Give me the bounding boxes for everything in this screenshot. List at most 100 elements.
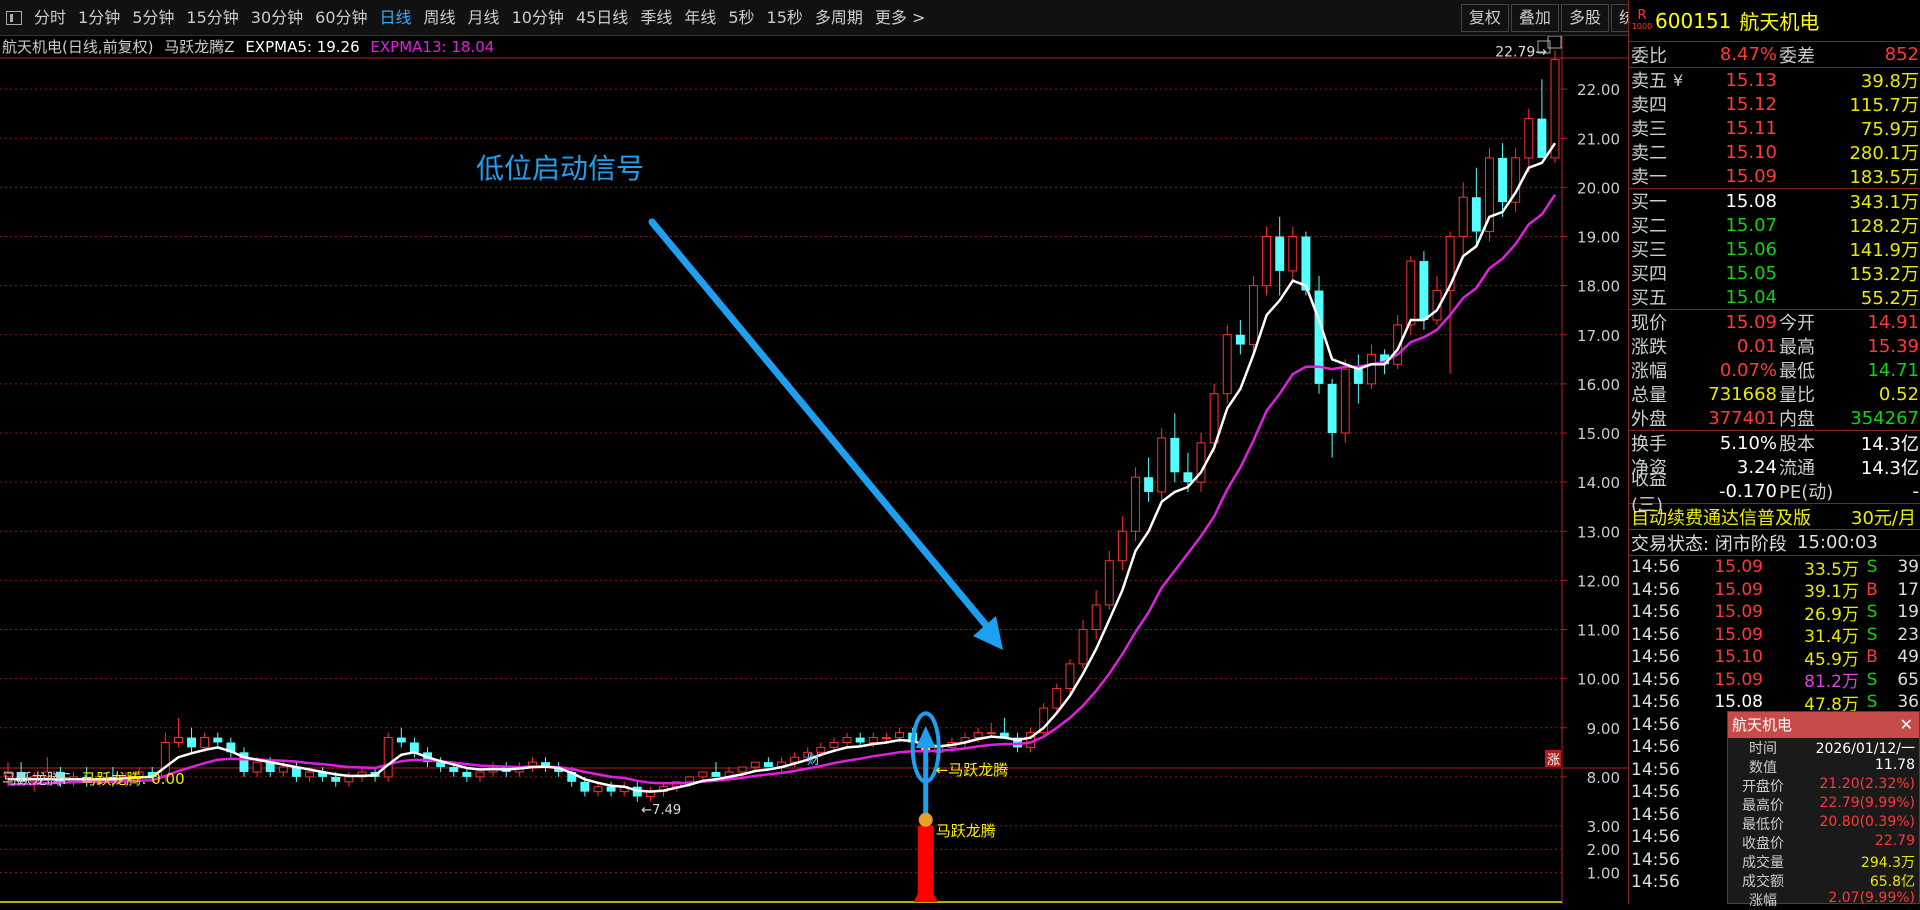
period-tab[interactable]: 更多 > <box>869 0 932 36</box>
candle[interactable] <box>1458 182 1468 257</box>
period-tab[interactable]: 15分钟 <box>180 0 244 36</box>
candle-body <box>1314 290 1324 384</box>
tick-row[interactable]: 14:56 15.09 39.1万 B 17 <box>1629 579 1920 603</box>
period-tab[interactable]: 5秒 <box>722 0 760 36</box>
panel-toggle-icon[interactable] <box>6 11 22 25</box>
candle[interactable] <box>213 732 223 748</box>
period-tab[interactable]: 年线 <box>678 0 722 36</box>
period-tab[interactable]: 60分钟 <box>309 0 373 36</box>
tick-row[interactable]: 14:56 15.09 31.4万 S 23 <box>1629 624 1920 648</box>
candle[interactable] <box>1471 167 1481 247</box>
candle[interactable] <box>645 786 655 802</box>
candle[interactable] <box>1288 226 1298 281</box>
candle[interactable] <box>1432 275 1442 325</box>
candle[interactable] <box>619 781 629 797</box>
candle[interactable] <box>344 771 354 787</box>
order-row[interactable]: 卖三 15.11 75.9万 <box>1629 116 1920 141</box>
candle[interactable] <box>1091 590 1101 640</box>
ad-text[interactable]: 自动续费通达信普及版 <box>1629 504 1811 530</box>
candle[interactable] <box>842 732 852 748</box>
candle[interactable] <box>1196 433 1206 492</box>
candle[interactable] <box>1340 359 1350 443</box>
tick-row[interactable]: 14:56 15.09 81.2万 S 65 <box>1629 669 1920 693</box>
candle[interactable] <box>1537 79 1547 158</box>
period-tab[interactable]: 15秒 <box>761 0 809 36</box>
period-tab[interactable]: 45日线 <box>570 0 634 36</box>
order-row[interactable]: 买三 15.06 141.9万 <box>1629 237 1920 262</box>
candle[interactable] <box>960 732 970 748</box>
candle-body <box>1183 472 1193 483</box>
tick-row[interactable]: 14:56 15.10 45.9万 B 49 <box>1629 646 1920 670</box>
price-tick-label: 9.00 <box>1587 720 1620 738</box>
period-tab[interactable]: 周线 <box>418 0 462 36</box>
candle[interactable] <box>1078 619 1088 669</box>
period-tab[interactable]: 1分钟 <box>72 0 126 36</box>
candle[interactable] <box>1235 320 1245 355</box>
order-row[interactable]: 卖四 15.12 115.7万 <box>1629 92 1920 117</box>
candle[interactable] <box>1353 354 1363 404</box>
zhang-marker[interactable]: 涨 <box>1547 753 1560 768</box>
candle[interactable] <box>1511 148 1521 212</box>
candle[interactable] <box>1222 324 1232 404</box>
order-row[interactable]: 卖二 15.10 280.1万 <box>1629 140 1920 165</box>
candle[interactable] <box>1275 216 1285 296</box>
toolbar-button[interactable]: 复权 <box>1460 4 1509 32</box>
order-row[interactable]: 买一 15.08 343.1万 <box>1629 189 1920 214</box>
candle[interactable] <box>541 757 550 772</box>
period-tab[interactable]: 月线 <box>462 0 506 36</box>
finance-marker[interactable]: 财 <box>807 753 820 768</box>
candle[interactable] <box>291 762 301 782</box>
candle[interactable] <box>1314 275 1324 394</box>
period-tab[interactable]: 多周期 <box>809 0 869 36</box>
candle[interactable] <box>1367 344 1376 389</box>
candle[interactable] <box>357 767 367 782</box>
candle[interactable] <box>239 747 249 777</box>
tick-time: 14:56 <box>1631 872 1680 893</box>
candle[interactable] <box>318 767 328 782</box>
ad-banner[interactable]: 自动续费通达信普及版 30元/月 <box>1629 504 1920 530</box>
candle[interactable] <box>1117 516 1127 571</box>
period-tab[interactable]: 30分钟 <box>245 0 309 36</box>
candle[interactable] <box>1524 108 1534 173</box>
candle[interactable] <box>711 762 721 777</box>
period-tab[interactable]: 分时 <box>28 0 72 36</box>
candle[interactable] <box>1157 428 1167 502</box>
close-icon[interactable]: ✕ <box>1900 712 1913 738</box>
candle[interactable] <box>763 757 773 768</box>
period-tab[interactable]: 季线 <box>634 0 678 36</box>
candle[interactable] <box>1170 413 1180 483</box>
candle[interactable] <box>1484 148 1494 242</box>
candle[interactable] <box>475 771 485 782</box>
order-row[interactable]: 买四 15.05 153.2万 <box>1629 261 1920 286</box>
candle[interactable] <box>1131 467 1140 542</box>
period-tab[interactable]: 10分钟 <box>506 0 570 36</box>
period-tab[interactable]: 日线 <box>374 0 418 36</box>
candle[interactable] <box>777 757 786 772</box>
candle[interactable] <box>1039 703 1049 738</box>
toolbar-button[interactable]: 叠加 <box>1510 4 1559 32</box>
indicator-name[interactable]: 马跃龙腾Z <box>164 38 234 56</box>
candle[interactable] <box>1327 378 1337 458</box>
toolbar-button[interactable]: 多股 <box>1560 4 1609 32</box>
order-row[interactable]: 卖五 ¥15.13 39.8万 <box>1629 68 1920 93</box>
order-row[interactable]: 买五 15.04 55.2万 <box>1629 285 1920 310</box>
candle[interactable] <box>187 727 196 753</box>
candle[interactable] <box>1104 550 1114 610</box>
candle[interactable] <box>396 727 406 748</box>
order-row[interactable]: 买二 15.07 128.2万 <box>1629 213 1920 238</box>
candle[interactable] <box>1445 231 1455 375</box>
candle[interactable] <box>383 732 393 782</box>
period-tab[interactable]: 5分钟 <box>126 0 180 36</box>
tick-row[interactable]: 14:56 15.09 33.5万 S 39 <box>1629 556 1920 580</box>
candle[interactable] <box>1065 658 1075 694</box>
candle[interactable] <box>1262 226 1272 296</box>
tick-row[interactable]: 14:56 15.09 26.9万 S 19 <box>1629 601 1920 625</box>
indicator-panel-name[interactable]: 马跃龙腾F <box>2 770 71 788</box>
order-row[interactable]: 卖一 15.09 183.5万 <box>1629 164 1920 189</box>
ad-price[interactable]: 30元/月 <box>1851 504 1916 530</box>
kline-chart[interactable]: 22.00 21.00 20.00 19.00 18.00 17.00 16.00 15.00… <box>0 36 1628 904</box>
candle[interactable] <box>527 757 537 772</box>
candle[interactable] <box>173 717 183 748</box>
candle[interactable] <box>226 737 236 758</box>
candle[interactable] <box>1144 457 1154 502</box>
